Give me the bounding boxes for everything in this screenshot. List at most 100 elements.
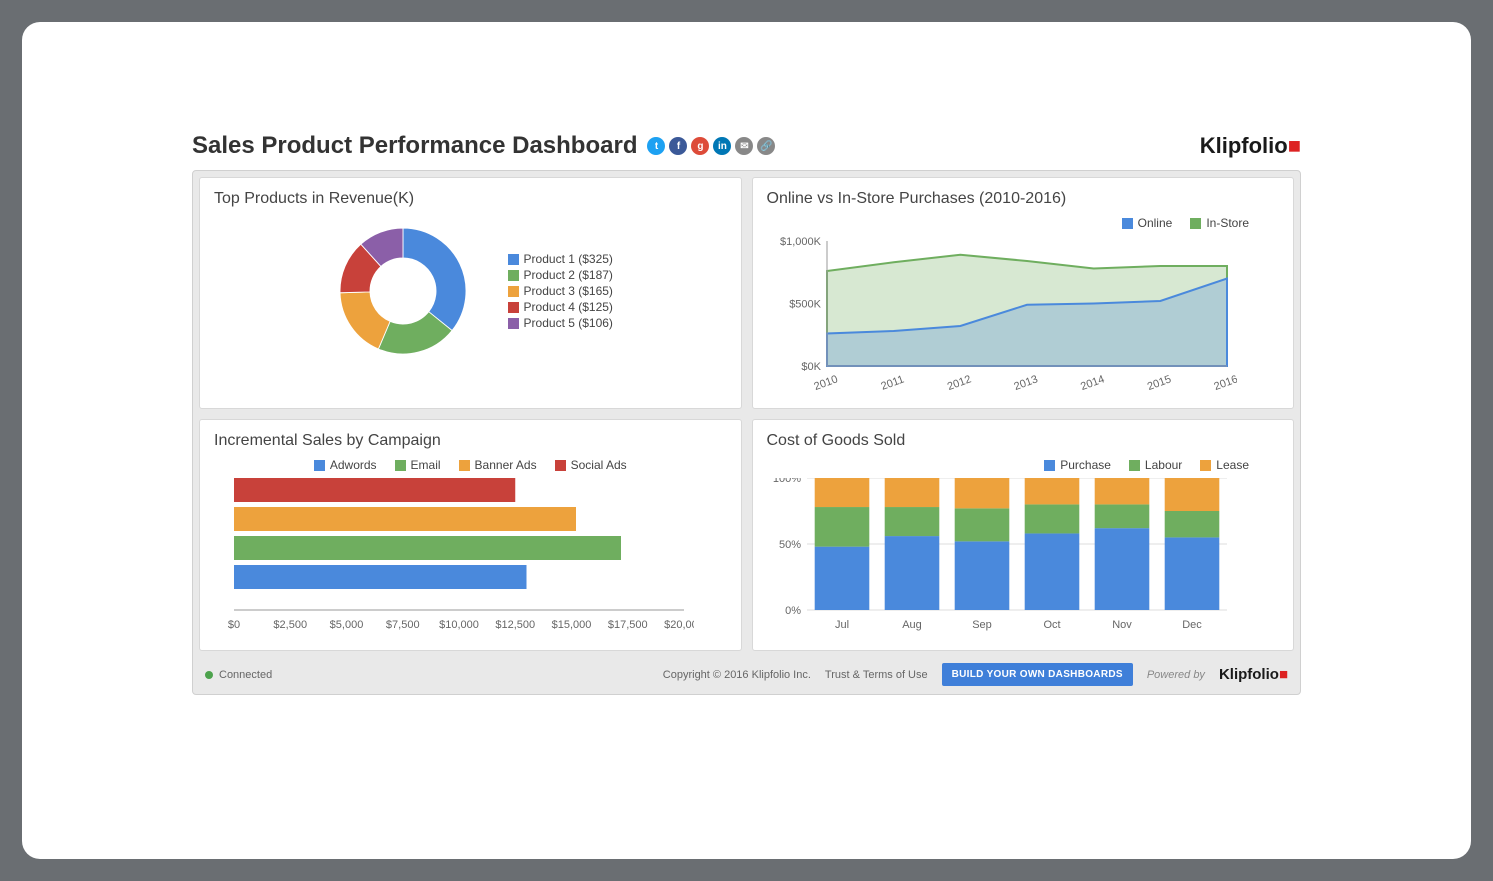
donut-legend: Product 1 ($325) Product 2 ($187) Product … [508,250,613,332]
facebook-icon[interactable]: f [669,137,687,155]
svg-text:$0K: $0K [801,361,821,373]
svg-text:$15,000: $15,000 [552,619,592,631]
legend-item[interactable]: Product 4 ($125) [508,300,613,314]
legend-item[interactable]: Online [1122,216,1173,230]
bar[interactable] [234,536,621,560]
card-title: Incremental Sales by Campaign [214,432,727,450]
card-title: Top Products in Revenue(K) [214,190,727,208]
bar[interactable] [234,507,576,531]
stacked-segment[interactable] [954,541,1009,610]
legend-item[interactable]: Product 3 ($165) [508,284,613,298]
svg-text:Oct: Oct [1043,619,1060,631]
stacked-segment[interactable] [1024,533,1079,610]
page-title: Sales Product Performance Dashboard [192,132,637,160]
legend-item[interactable]: In-Store [1190,216,1249,230]
card-incremental-sales: Incremental Sales by Campaign Adwords Ema… [199,419,742,651]
legend-item[interactable]: Product 1 ($325) [508,252,613,266]
legend-item[interactable]: Lease [1200,458,1249,472]
dashboard: Top Products in Revenue(K) Product 1 ($3… [192,170,1301,695]
stacked-segment[interactable] [814,478,869,507]
svg-text:2011: 2011 [879,373,905,392]
svg-text:$1,000K: $1,000K [780,236,822,248]
card-grid: Top Products in Revenue(K) Product 1 ($3… [193,171,1300,657]
legend-item[interactable]: Adwords [314,458,377,472]
legend-item[interactable]: Labour [1129,458,1182,472]
svg-text:Sep: Sep [972,619,992,631]
status: Connected [205,669,272,681]
stacked-segment[interactable] [1164,511,1219,537]
stacked-segment[interactable] [814,547,869,610]
app-window: Sales Product Performance Dashboard t f … [22,22,1471,859]
terms-link[interactable]: Trust & Terms of Use [825,669,928,681]
bars-legend: Adwords Email Banner Ads Social Ads [214,458,727,472]
footer-right: Copyright © 2016 Klipfolio Inc. Trust & … [663,663,1288,686]
status-dot-icon [205,671,213,679]
area-chart: $0K$500K$1,000K2010201120122013201420152… [767,236,1237,396]
linkedin-icon[interactable]: in [713,137,731,155]
area-legend: Online In-Store [767,216,1280,230]
svg-text:2012: 2012 [945,373,972,393]
powered-by-text: Powered by [1147,669,1205,681]
share-icons: t f g in ✉ 🔗 [647,137,775,155]
card-online-vs-instore: Online vs In-Store Purchases (2010-2016)… [752,177,1295,409]
status-text: Connected [219,669,272,681]
legend-item[interactable]: Email [395,458,441,472]
card-title: Online vs In-Store Purchases (2010-2016) [767,190,1280,208]
bar[interactable] [234,565,527,589]
stacked-segment[interactable] [1094,528,1149,610]
svg-text:$20,000: $20,000 [664,619,694,631]
svg-text:$5,000: $5,000 [330,619,364,631]
twitter-icon[interactable]: t [647,137,665,155]
stacked-segment[interactable] [1164,478,1219,511]
stacked-segment[interactable] [1024,504,1079,533]
svg-text:$10,000: $10,000 [439,619,479,631]
stacked-segment[interactable] [1024,478,1079,504]
bar[interactable] [234,478,515,502]
stacked-segment[interactable] [1094,478,1149,504]
svg-text:$2,500: $2,500 [273,619,307,631]
bar-chart: $0$2,500$5,000$7,500$10,000$12,500$15,00… [214,478,694,638]
stacked-segment[interactable] [1164,537,1219,610]
svg-text:2015: 2015 [1145,373,1172,393]
copyright-text: Copyright © 2016 Klipfolio Inc. [663,669,811,681]
brand-logo[interactable]: Klipfolio■ [1200,133,1301,159]
stacked-segment[interactable] [954,478,1009,508]
svg-text:2010: 2010 [812,373,839,393]
build-dashboards-button[interactable]: BUILD YOUR OWN DASHBOARDS [942,663,1133,686]
stacked-segment[interactable] [884,507,939,536]
gplus-icon[interactable]: g [691,137,709,155]
svg-text:Jul: Jul [834,619,848,631]
legend-item[interactable]: Product 5 ($106) [508,316,613,330]
link-icon[interactable]: 🔗 [757,137,775,155]
footer-brand[interactable]: Klipfolio■ [1219,666,1288,683]
stacked-chart: 0% 50% 100% Jul Aug Sep Oct Nov Dec [767,478,1237,638]
email-icon[interactable]: ✉ [735,137,753,155]
stacked-segment[interactable] [1094,504,1149,528]
legend-item[interactable]: Purchase [1044,458,1111,472]
svg-text:Dec: Dec [1182,619,1202,631]
svg-text:2016: 2016 [1212,373,1237,393]
svg-text:Aug: Aug [902,619,922,631]
donut-chart: Product 1 ($325) Product 2 ($187) Product … [214,216,727,366]
header: Sales Product Performance Dashboard t f … [192,132,1301,160]
svg-text:50%: 50% [778,539,800,551]
svg-text:2014: 2014 [1079,373,1106,393]
stacked-segment[interactable] [814,507,869,547]
svg-text:100%: 100% [772,478,800,485]
brand-text: Klipfolio [1200,133,1288,158]
svg-text:Nov: Nov [1112,619,1132,631]
svg-text:$0: $0 [228,619,240,631]
stacked-segment[interactable] [954,508,1009,541]
svg-text:$17,500: $17,500 [608,619,648,631]
legend-item[interactable]: Social Ads [555,458,627,472]
donut-slice[interactable] [403,228,466,331]
stacked-segment[interactable] [884,478,939,507]
title-group: Sales Product Performance Dashboard t f … [192,132,775,160]
svg-text:$12,500: $12,500 [495,619,535,631]
stacked-segment[interactable] [884,536,939,610]
card-cogs: Cost of Goods Sold PurchaseLabourLease 0… [752,419,1295,651]
legend-item[interactable]: Product 2 ($187) [508,268,613,282]
legend-item[interactable]: Banner Ads [459,458,537,472]
svg-text:0%: 0% [785,605,801,617]
stack-legend: Purchase Labour Lease [767,458,1280,472]
